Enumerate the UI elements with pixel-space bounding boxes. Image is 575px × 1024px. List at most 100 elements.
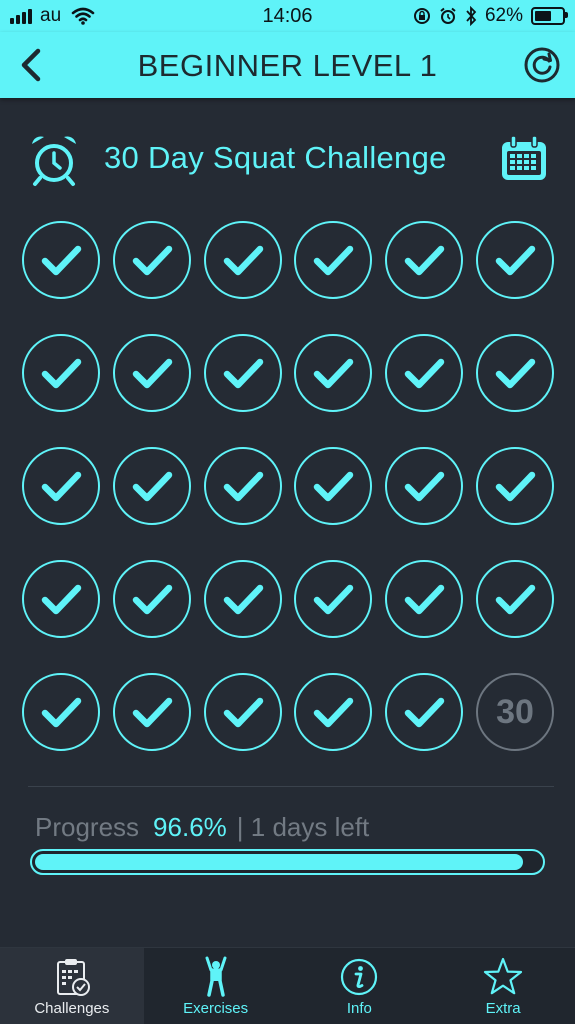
- day-completed[interactable]: [294, 673, 373, 751]
- progress-percent: 96.6%: [153, 812, 227, 842]
- day-completed[interactable]: [294, 560, 373, 638]
- progress-bar: [30, 849, 545, 875]
- check-icon: [314, 358, 354, 389]
- day-completed[interactable]: [112, 673, 191, 751]
- day-completed[interactable]: [22, 560, 100, 638]
- check-icon: [495, 471, 536, 502]
- page-title: BEGINNER LEVEL 1: [137, 48, 438, 83]
- divider: [28, 786, 554, 787]
- star-icon: [484, 957, 523, 995]
- day-completed[interactable]: [294, 334, 373, 412]
- day-row: [22, 334, 554, 416]
- day-completed[interactable]: [22, 673, 100, 751]
- check-icon: [404, 245, 445, 276]
- day-completed[interactable]: [22, 221, 100, 299]
- day-completed[interactable]: [112, 334, 191, 412]
- day-row: 30: [22, 673, 554, 755]
- check-icon: [41, 245, 82, 276]
- tab-label: Challenges: [34, 1000, 110, 1017]
- check-icon: [132, 471, 173, 502]
- check-icon: [41, 471, 82, 502]
- check-icon: [314, 584, 354, 615]
- day-completed[interactable]: [385, 334, 464, 412]
- check-icon: [404, 358, 445, 389]
- day-completed[interactable]: [112, 221, 191, 299]
- day-completed[interactable]: [385, 673, 464, 751]
- alarm-clock-icon[interactable]: [26, 132, 82, 188]
- day-pending[interactable]: 30: [475, 673, 554, 751]
- progress-bar-fill: [35, 854, 523, 870]
- tab-bar: Challenges Exercises Info Extra: [0, 947, 575, 1024]
- tab-challenges[interactable]: Challenges: [0, 948, 144, 1024]
- day-completed[interactable]: [22, 447, 100, 525]
- day-row: [22, 447, 554, 529]
- day-completed[interactable]: [203, 334, 282, 412]
- challenge-title: 30 Day Squat Challenge: [104, 140, 447, 175]
- days-left: | 1 days left: [236, 812, 370, 842]
- battery-percent: 62%: [484, 5, 523, 26]
- day-completed[interactable]: [203, 447, 282, 525]
- check-icon: [223, 471, 263, 502]
- refresh-icon[interactable]: [523, 46, 561, 84]
- progress-summary: Progress 96.6% | 1 days left: [35, 812, 369, 843]
- check-icon: [314, 471, 354, 502]
- bluetooth-icon: [466, 6, 477, 26]
- progress-label: Progress: [35, 812, 140, 842]
- day-completed[interactable]: [294, 221, 373, 299]
- check-icon: [314, 697, 354, 728]
- check-icon: [132, 584, 173, 615]
- info-icon: [341, 958, 378, 996]
- tab-label: Extra: [485, 1000, 521, 1017]
- day-completed[interactable]: [475, 447, 554, 525]
- check-icon: [41, 697, 82, 728]
- day-completed[interactable]: [385, 560, 464, 638]
- day-grid: 30: [22, 221, 554, 786]
- day-completed[interactable]: [294, 447, 373, 525]
- day-completed[interactable]: [385, 221, 464, 299]
- day-completed[interactable]: [203, 673, 282, 751]
- check-icon: [223, 697, 263, 728]
- check-icon: [132, 245, 173, 276]
- day-row: [22, 560, 554, 642]
- day-completed[interactable]: [112, 560, 191, 638]
- tab-label: Exercises: [183, 1000, 249, 1017]
- check-icon: [223, 245, 263, 276]
- status-bar: au 14:06 62%: [0, 0, 575, 32]
- day-row: [22, 221, 554, 303]
- tab-exercises[interactable]: Exercises: [144, 948, 288, 1024]
- check-icon: [223, 358, 263, 389]
- tab-label: Info: [346, 1000, 372, 1017]
- day-completed[interactable]: [112, 447, 191, 525]
- orientation-lock-icon: [413, 8, 430, 24]
- check-icon: [41, 584, 82, 615]
- day-completed[interactable]: [475, 560, 554, 638]
- person-exercise-icon: [205, 956, 227, 997]
- check-icon: [495, 245, 536, 276]
- battery-icon: [531, 7, 568, 25]
- day-completed[interactable]: [475, 334, 554, 412]
- day-completed[interactable]: [475, 221, 554, 299]
- check-icon: [495, 358, 536, 389]
- day-completed[interactable]: [385, 447, 464, 525]
- day-completed[interactable]: [203, 221, 282, 299]
- calendar-icon[interactable]: [499, 134, 549, 184]
- day-completed[interactable]: [203, 560, 282, 638]
- clipboard-check-icon: [56, 959, 90, 996]
- status-right: 62%: [413, 5, 568, 27]
- check-icon: [223, 584, 263, 615]
- day-completed[interactable]: [22, 334, 100, 412]
- day-number: 30: [496, 692, 534, 731]
- check-icon: [404, 471, 445, 502]
- check-icon: [495, 584, 536, 615]
- alarm-status-icon: [440, 7, 456, 24]
- tab-info[interactable]: Info: [288, 948, 432, 1024]
- check-icon: [41, 358, 82, 389]
- check-icon: [314, 245, 354, 276]
- nav-bar: BEGINNER LEVEL 1: [0, 32, 575, 98]
- challenge-header: 30 Day Squat Challenge: [0, 128, 575, 190]
- check-icon: [132, 697, 173, 728]
- check-icon: [132, 358, 173, 389]
- tab-extra[interactable]: Extra: [431, 948, 575, 1024]
- check-icon: [404, 584, 445, 615]
- check-icon: [404, 697, 445, 728]
